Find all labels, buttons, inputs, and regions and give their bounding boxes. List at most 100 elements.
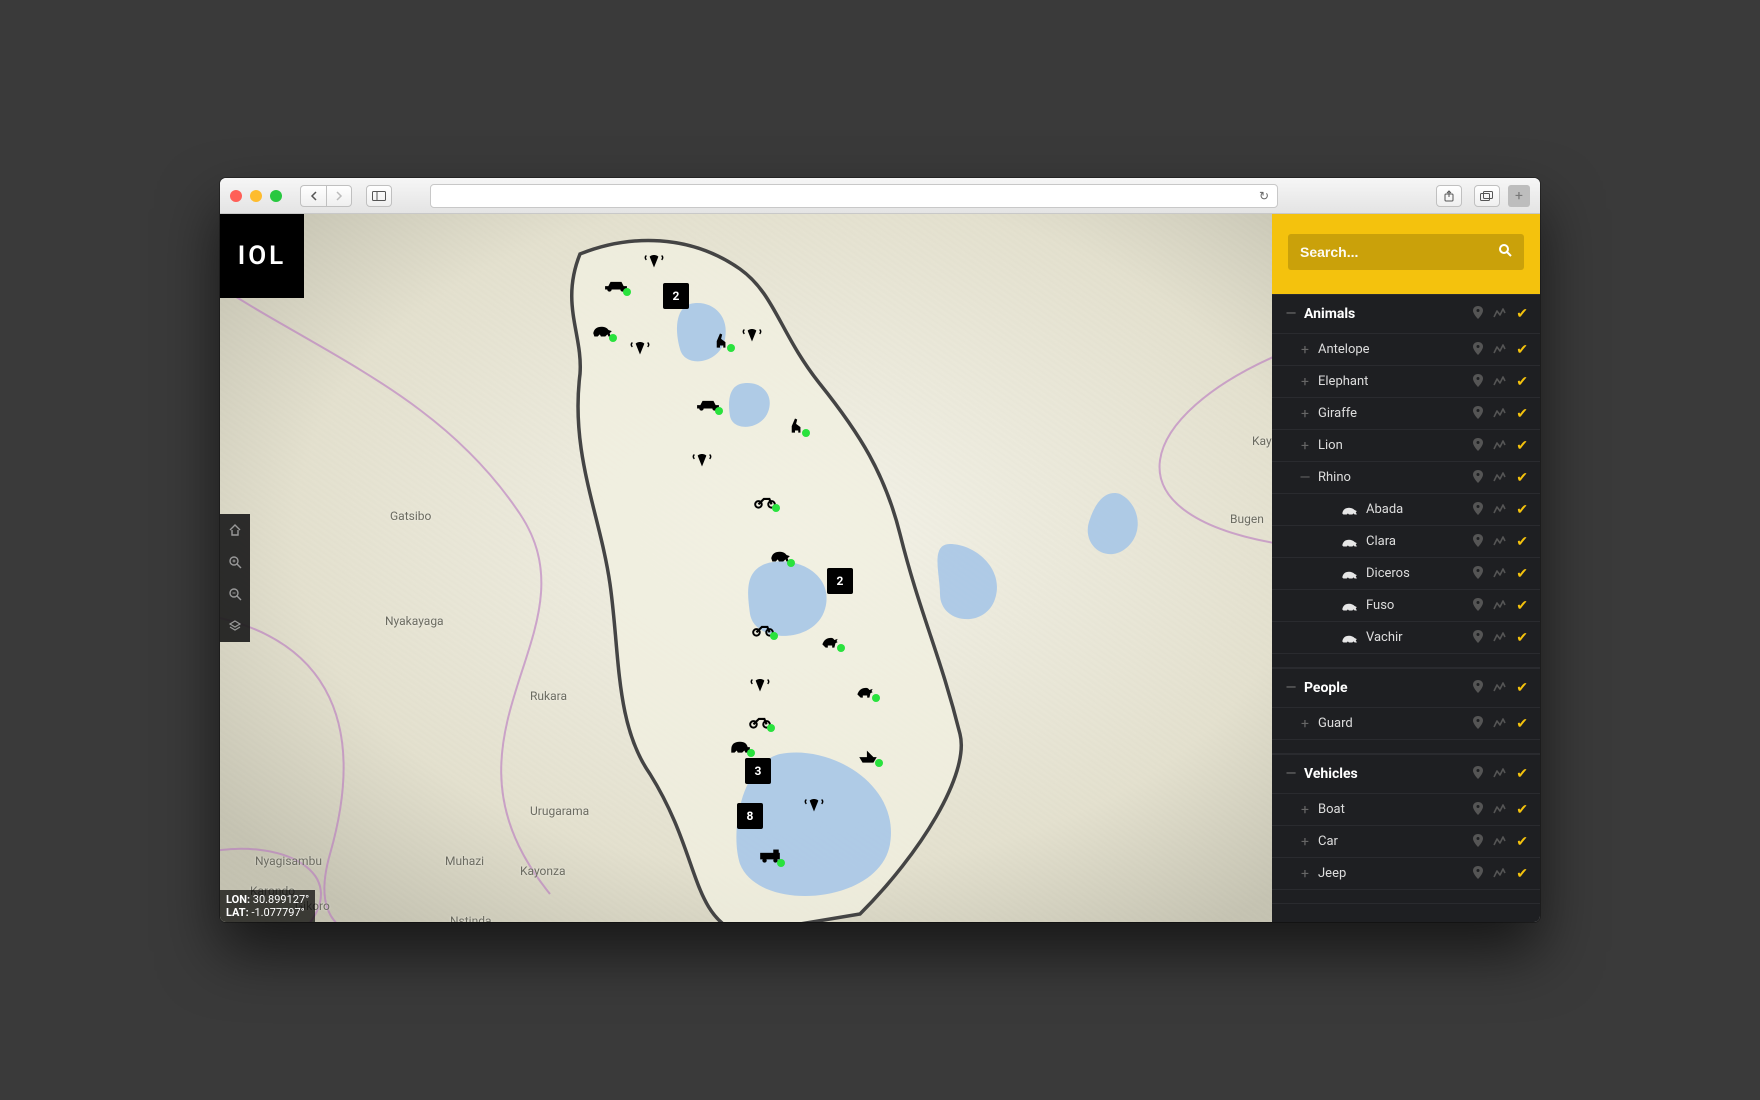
track-icon[interactable] bbox=[1493, 535, 1506, 549]
map-cluster[interactable]: 2 bbox=[827, 568, 853, 594]
track-icon[interactable] bbox=[1493, 343, 1506, 357]
expand-toggle[interactable]: — bbox=[1282, 680, 1300, 696]
sidebar-item-car[interactable]: +Car✔ bbox=[1272, 826, 1540, 858]
sidebar-asset-fuso[interactable]: Fuso✔ bbox=[1272, 590, 1540, 622]
sidebar-category-animals[interactable]: —Animals✔ bbox=[1272, 294, 1540, 334]
pin-icon[interactable] bbox=[1473, 406, 1483, 422]
map-marker-lion[interactable] bbox=[853, 681, 877, 699]
pin-icon[interactable] bbox=[1473, 802, 1483, 818]
pin-icon[interactable] bbox=[1473, 680, 1483, 696]
visibility-check-icon[interactable]: ✔ bbox=[1516, 834, 1528, 850]
sidebar-toggle[interactable] bbox=[366, 185, 392, 207]
visibility-check-icon[interactable]: ✔ bbox=[1516, 630, 1528, 646]
track-icon[interactable] bbox=[1493, 599, 1506, 613]
expand-toggle[interactable]: + bbox=[1296, 866, 1314, 882]
track-icon[interactable] bbox=[1493, 471, 1506, 485]
visibility-check-icon[interactable]: ✔ bbox=[1516, 534, 1528, 550]
pin-icon[interactable] bbox=[1473, 598, 1483, 614]
reload-icon[interactable]: ↻ bbox=[1259, 189, 1269, 203]
track-icon[interactable] bbox=[1493, 567, 1506, 581]
map-marker-motorcycle[interactable] bbox=[748, 711, 772, 729]
track-icon[interactable] bbox=[1493, 681, 1506, 695]
map-marker-jeep2[interactable] bbox=[758, 846, 782, 864]
pin-icon[interactable] bbox=[1473, 502, 1483, 518]
track-icon[interactable] bbox=[1493, 767, 1506, 781]
minimize-window[interactable] bbox=[250, 190, 262, 202]
visibility-check-icon[interactable]: ✔ bbox=[1516, 716, 1528, 732]
expand-toggle[interactable]: + bbox=[1296, 438, 1314, 454]
sidebar-asset-diceros[interactable]: Diceros✔ bbox=[1272, 558, 1540, 590]
map-marker-antenna[interactable] bbox=[690, 451, 714, 469]
sidebar-item-antelope[interactable]: +Antelope✔ bbox=[1272, 334, 1540, 366]
track-icon[interactable] bbox=[1493, 407, 1506, 421]
track-icon[interactable] bbox=[1493, 717, 1506, 731]
track-icon[interactable] bbox=[1493, 307, 1506, 321]
map-marker-motorcycle[interactable] bbox=[751, 619, 775, 637]
sidebar-item-elephant[interactable]: +Elephant✔ bbox=[1272, 366, 1540, 398]
expand-toggle[interactable]: — bbox=[1282, 766, 1300, 782]
map-marker-antenna[interactable] bbox=[740, 326, 764, 344]
map-marker-lion[interactable] bbox=[818, 631, 842, 649]
sidebar-category-vehicles[interactable]: —Vehicles✔ bbox=[1272, 754, 1540, 794]
pin-icon[interactable] bbox=[1473, 630, 1483, 646]
pin-icon[interactable] bbox=[1473, 534, 1483, 550]
map-marker-antenna[interactable] bbox=[802, 796, 826, 814]
map-cluster[interactable]: 2 bbox=[663, 283, 689, 309]
visibility-check-icon[interactable]: ✔ bbox=[1516, 866, 1528, 882]
map-cluster[interactable]: 3 bbox=[745, 758, 771, 784]
sidebar-asset-vachir[interactable]: Vachir✔ bbox=[1272, 622, 1540, 654]
visibility-check-icon[interactable]: ✔ bbox=[1516, 374, 1528, 390]
visibility-check-icon[interactable]: ✔ bbox=[1516, 438, 1528, 454]
pin-icon[interactable] bbox=[1473, 566, 1483, 582]
track-icon[interactable] bbox=[1493, 439, 1506, 453]
map-marker-antenna[interactable] bbox=[748, 676, 772, 694]
sidebar-item-boat[interactable]: +Boat✔ bbox=[1272, 794, 1540, 826]
visibility-check-icon[interactable]: ✔ bbox=[1516, 566, 1528, 582]
track-icon[interactable] bbox=[1493, 375, 1506, 389]
pin-icon[interactable] bbox=[1473, 374, 1483, 390]
forward-button[interactable] bbox=[326, 185, 352, 207]
pin-icon[interactable] bbox=[1473, 342, 1483, 358]
tabs-button[interactable] bbox=[1474, 185, 1500, 207]
expand-toggle[interactable]: — bbox=[1296, 470, 1314, 486]
map-cluster[interactable]: 8 bbox=[737, 803, 763, 829]
pin-icon[interactable] bbox=[1473, 306, 1483, 322]
visibility-check-icon[interactable]: ✔ bbox=[1516, 766, 1528, 782]
map-marker-jeep[interactable] bbox=[696, 394, 720, 412]
map-marker-giraffe[interactable] bbox=[783, 416, 807, 434]
sidebar-asset-clara[interactable]: Clara✔ bbox=[1272, 526, 1540, 558]
track-icon[interactable] bbox=[1493, 835, 1506, 849]
sidebar-item-giraffe[interactable]: +Giraffe✔ bbox=[1272, 398, 1540, 430]
back-button[interactable] bbox=[300, 185, 326, 207]
map-home-button[interactable] bbox=[220, 514, 250, 546]
visibility-check-icon[interactable]: ✔ bbox=[1516, 470, 1528, 486]
search-icon[interactable] bbox=[1498, 243, 1512, 261]
share-button[interactable] bbox=[1436, 185, 1462, 207]
pin-icon[interactable] bbox=[1473, 470, 1483, 486]
sidebar-item-jeep[interactable]: +Jeep✔ bbox=[1272, 858, 1540, 890]
visibility-check-icon[interactable]: ✔ bbox=[1516, 680, 1528, 696]
address-bar[interactable]: ↻ bbox=[430, 184, 1278, 208]
map-marker-elephant[interactable] bbox=[728, 736, 752, 754]
search-input-wrap[interactable] bbox=[1288, 234, 1524, 270]
map-marker-giraffe[interactable] bbox=[708, 331, 732, 349]
expand-toggle[interactable]: + bbox=[1296, 716, 1314, 732]
sidebar-category-people[interactable]: —People✔ bbox=[1272, 668, 1540, 708]
map-marker-motorcycle[interactable] bbox=[753, 491, 777, 509]
map-marker-boat[interactable] bbox=[856, 746, 880, 764]
pin-icon[interactable] bbox=[1473, 866, 1483, 882]
expand-toggle[interactable]: + bbox=[1296, 342, 1314, 358]
maximize-window[interactable] bbox=[270, 190, 282, 202]
map-zoom-in-button[interactable] bbox=[220, 546, 250, 578]
pin-icon[interactable] bbox=[1473, 834, 1483, 850]
expand-toggle[interactable]: + bbox=[1296, 802, 1314, 818]
map-zoom-out-button[interactable] bbox=[220, 578, 250, 610]
visibility-check-icon[interactable]: ✔ bbox=[1516, 598, 1528, 614]
sidebar-item-guard[interactable]: +Guard✔ bbox=[1272, 708, 1540, 740]
sidebar-item-lion[interactable]: +Lion✔ bbox=[1272, 430, 1540, 462]
track-icon[interactable] bbox=[1493, 503, 1506, 517]
map-layers-button[interactable] bbox=[220, 610, 250, 642]
new-tab-button[interactable]: + bbox=[1508, 185, 1530, 207]
map-marker-rhino[interactable] bbox=[590, 321, 614, 339]
map-container[interactable]: GatsiboNyakayagaRukaraUrugaramaMuhaziNya… bbox=[220, 214, 1272, 922]
